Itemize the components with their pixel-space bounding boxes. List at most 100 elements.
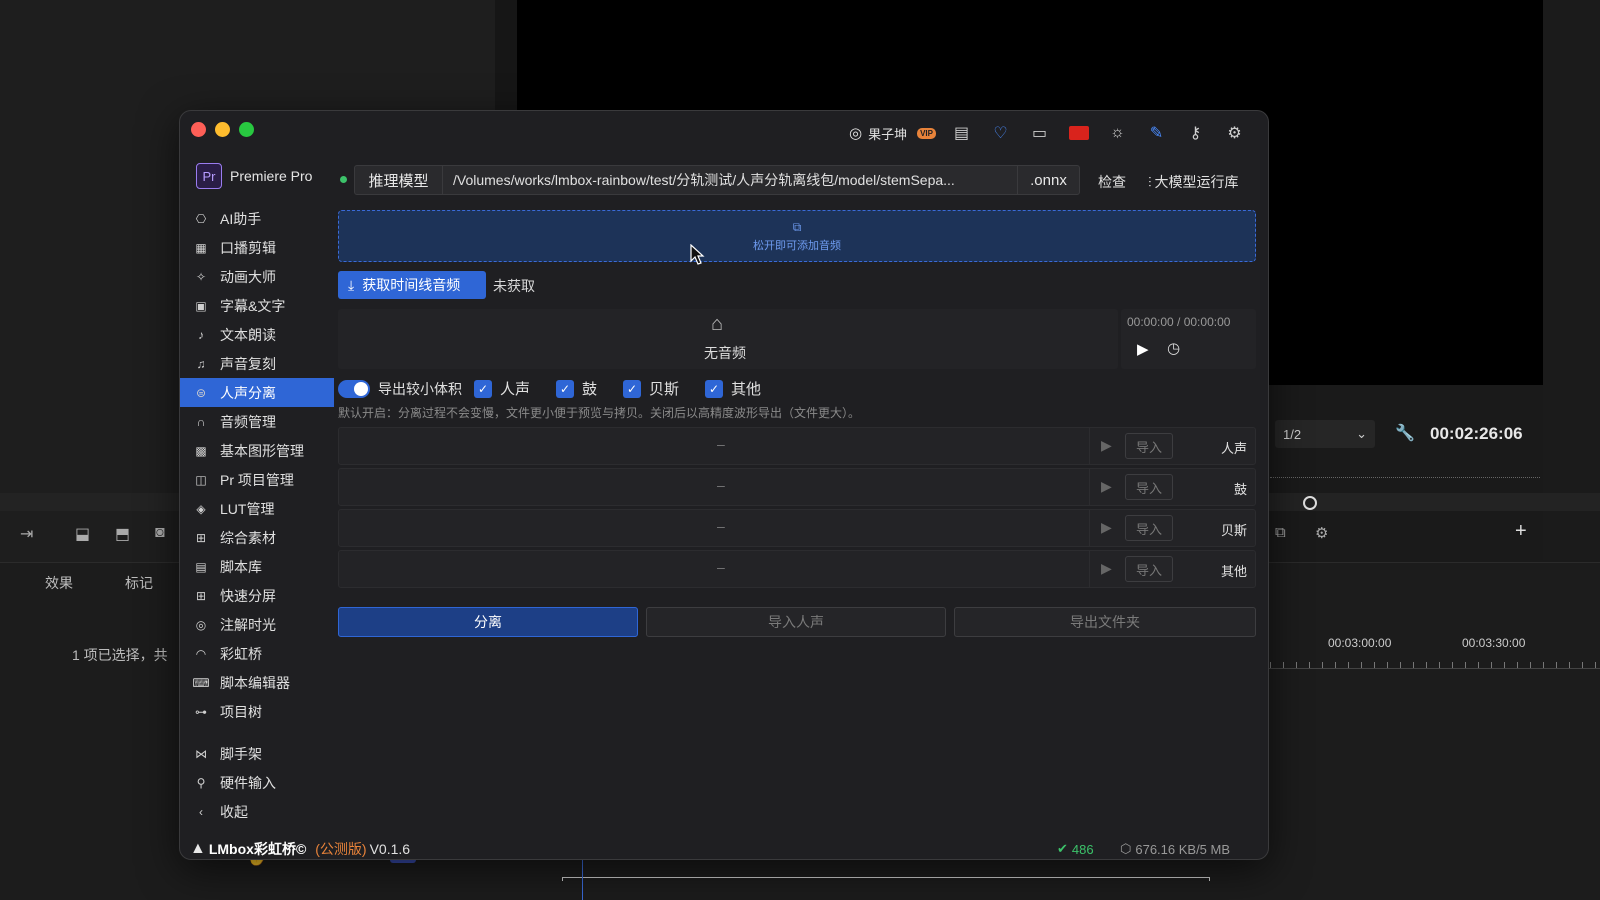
user-name: 果子坤 (868, 126, 908, 142)
sidebar-item-19[interactable]: ⚲ 硬件输入 (180, 768, 334, 797)
track-import-button[interactable]: 导入 (1125, 556, 1173, 582)
assets-icon: ⊞ (195, 530, 207, 545)
sidebar-item-9[interactable]: ◫ Pr 项目管理 (180, 465, 334, 494)
sidebar-item-20[interactable]: ‹ 收起 (180, 797, 334, 826)
clock-icon[interactable]: ◷ (1167, 339, 1180, 357)
export-frame-icon[interactable]: ⧉ (1275, 524, 1286, 541)
options-row: 导出较小体积 ✓ 人声 ✓ 鼓 ✓ 贝斯 ✓ 其他 (338, 378, 761, 399)
timeline-ruler (1268, 655, 1600, 669)
track-play-icon[interactable]: ▶ (1101, 478, 1112, 495)
pin-icon[interactable]: ✎ (1137, 121, 1176, 145)
drums-checkbox[interactable]: ✓ (556, 379, 575, 398)
lut-icon: ◈ (196, 501, 206, 516)
tab-effects[interactable]: 效果 (45, 573, 73, 593)
lift-icon[interactable]: ⬓ (75, 524, 90, 544)
sidebar-item-10[interactable]: ◈ LUT管理 (180, 494, 334, 523)
model-ext: .onnx (1017, 166, 1079, 194)
sidebar-item-12[interactable]: ▤ 脚本库 (180, 552, 334, 581)
sidebar-item-7[interactable]: ∩ 音频管理 (180, 407, 334, 436)
small-export-toggle[interactable] (338, 379, 370, 398)
insert-icon[interactable]: ⇥ (20, 524, 33, 544)
sidebar-item-14[interactable]: ◎ 注解时光 (180, 610, 334, 639)
track-divider (1089, 551, 1090, 587)
track-import-button[interactable]: 导入 (1125, 433, 1173, 459)
vocals-checkbox[interactable]: ✓ (474, 379, 492, 398)
ruler-tick (1413, 662, 1414, 668)
sidebar-item-8[interactable]: ▩ 基本图形管理 (180, 436, 334, 465)
check-circle-icon: ✔ (1057, 841, 1068, 856)
stem-track-row: – ▶ 导入 其他 (338, 550, 1256, 588)
user-icon: ◎ (848, 125, 863, 142)
zoom-ruler (1270, 468, 1540, 478)
sidebar-item-13[interactable]: ⊞ 快速分屏 (180, 581, 334, 610)
theme-sun-icon[interactable]: ☼ (1098, 121, 1137, 145)
sidebar-item-15[interactable]: ◠ 彩虹桥 (180, 639, 334, 668)
import-vocals-button[interactable]: 导入人声 (646, 607, 946, 637)
tab-markers[interactable]: 标记 (125, 573, 153, 593)
separate-button[interactable]: 分离 (338, 607, 638, 637)
user-profile[interactable]: ◎ 果子坤 VIP (849, 124, 936, 143)
camera-icon[interactable]: ◙ (155, 524, 165, 542)
sidebar-item-4[interactable]: ♪ 文本朗读 (180, 320, 334, 349)
model-path-input[interactable]: /Volumes/works/lmbox-rainbow/test/分轨测试/人… (443, 166, 1017, 194)
scaffold-icon: ⋈ (195, 746, 207, 761)
playhead[interactable] (582, 858, 583, 900)
sidebar-item-18[interactable]: ⋈ 脚手架 (180, 739, 334, 768)
sidebar-item-5[interactable]: ♫ 声音复刻 (180, 349, 334, 378)
tree-icon: ⊶ (195, 704, 207, 719)
titlebar-tools: ◎ 果子坤 VIP ▤ ♡ ▭ ☼ ✎ ⚷ ⚙ (849, 121, 1254, 145)
sidebar-item-0[interactable]: ⎔ AI助手 (180, 204, 334, 233)
sidebar-item-label: AI助手 (220, 210, 262, 227)
play-icon[interactable]: ▶ (1137, 340, 1149, 358)
get-timeline-audio-button[interactable]: ⤓ 获取时间线音频 (338, 271, 486, 299)
status-bar: ▲ LMbox彩虹桥© (公测版) V0.1.6 ✔ 486 ⬡ 676.16 … (180, 837, 1268, 859)
vocal-separation-panel: 推理模型 /Volumes/works/lmbox-rainbow/test/分… (338, 157, 1268, 837)
sidebar-item-2[interactable]: ✧ 动画大师 (180, 262, 334, 291)
selection-status: 1 项已选择，共 (72, 647, 168, 663)
add-button-icon[interactable]: + (1515, 520, 1527, 543)
language-flag-icon[interactable] (1059, 121, 1098, 145)
graphics-icon: ▩ (195, 443, 207, 458)
minimize-window-button[interactable] (215, 122, 230, 137)
premiere-logo-icon: Pr (196, 163, 222, 189)
audio-dropzone[interactable]: ⧉ 松开即可添加音频 (338, 210, 1256, 262)
settings-gear-icon[interactable]: ⚙ (1215, 121, 1254, 145)
sidebar-item-6[interactable]: ⊜ 人声分离 (180, 378, 334, 407)
track-divider (1089, 428, 1090, 464)
script-icon: ▤ (195, 559, 207, 574)
settings-icon[interactable]: ⚙ (1315, 524, 1328, 542)
page-select[interactable]: 1/2 ⌄ (1275, 420, 1375, 448)
ruler-tick (1478, 662, 1479, 668)
zoom-handle[interactable] (1303, 496, 1317, 510)
sidebar-item-17[interactable]: ⊶ 项目树 (180, 697, 334, 726)
other-checkbox[interactable]: ✓ (705, 379, 724, 398)
store-icon[interactable]: ▤ (942, 121, 981, 145)
track-play-icon[interactable]: ▶ (1101, 519, 1112, 536)
mouse-cursor-icon (690, 244, 705, 265)
maximize-window-button[interactable] (239, 122, 254, 137)
track-import-button[interactable]: 导入 (1125, 515, 1173, 541)
export-folder-button[interactable]: 导出文件夹 (954, 607, 1256, 637)
empty-tray-icon: ⌂ (711, 313, 724, 335)
message-icon[interactable]: ▭ (1020, 121, 1059, 145)
track-play-icon[interactable]: ▶ (1101, 437, 1112, 454)
runtime-button[interactable]: ⫶ 大模型运行库 (1148, 172, 1239, 192)
ruler-tick (1348, 662, 1349, 668)
wrench-icon[interactable]: 🔧 (1395, 423, 1415, 443)
sidebar-item-16[interactable]: ⌨ 脚本编辑器 (180, 668, 334, 697)
ruler-tick (1322, 662, 1323, 668)
track-import-button[interactable]: 导入 (1125, 474, 1173, 500)
lightbulb-icon[interactable]: ♡ (981, 121, 1020, 145)
sidebar-item-11[interactable]: ⊞ 综合素材 (180, 523, 334, 552)
monitor-toolbar: ⇥ ⬓ ⬒ ◙ (0, 512, 185, 562)
close-window-button[interactable] (191, 122, 206, 137)
bass-checkbox[interactable]: ✓ (623, 379, 642, 398)
extract-icon[interactable]: ⬒ (115, 524, 130, 544)
sidebar-item-1[interactable]: ▦ 口播剪辑 (180, 233, 334, 262)
audio-preview-area: ⌂ 无音频 (338, 309, 1118, 369)
check-button[interactable]: 检查 (1098, 172, 1126, 192)
key-icon[interactable]: ⚷ (1176, 121, 1215, 145)
sidebar-item-3[interactable]: ▣ 字幕&文字 (180, 291, 334, 320)
sidebar-item-label: Pr 项目管理 (220, 471, 294, 488)
track-play-icon[interactable]: ▶ (1101, 560, 1112, 577)
